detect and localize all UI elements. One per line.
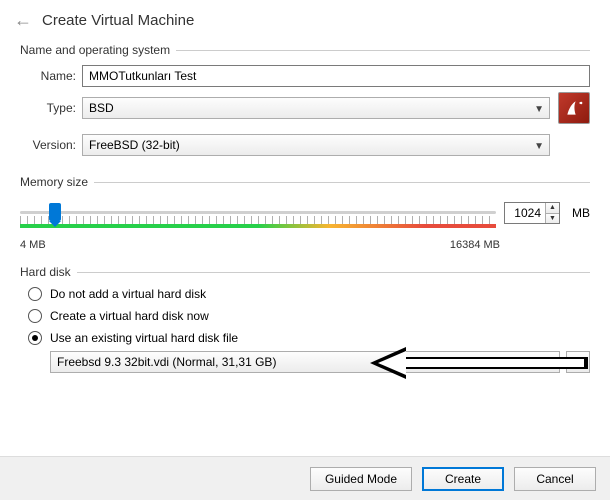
group-harddisk-label: Hard disk (20, 265, 77, 279)
radio-icon (28, 309, 42, 323)
chevron-down-icon: ▼ (534, 102, 544, 118)
memory-unit: MB (572, 206, 590, 220)
existing-disk-select[interactable]: Freebsd 9.3 32bit.vdi (Normal, 31,31 GB)… (50, 351, 560, 373)
memory-min-label: 4 MB (20, 239, 46, 251)
divider (94, 182, 590, 183)
radio-no-disk[interactable]: Do not add a virtual hard disk (28, 287, 590, 301)
radio-label: Use an existing virtual hard disk file (50, 331, 238, 345)
dialog-title: Create Virtual Machine (42, 12, 194, 29)
chevron-down-icon: ▼ (544, 356, 554, 372)
version-select[interactable]: FreeBSD (32-bit) ▼ (82, 134, 550, 156)
radio-label: Do not add a virtual hard disk (50, 287, 206, 301)
radio-icon (28, 331, 42, 345)
guided-mode-button[interactable]: Guided Mode (310, 467, 412, 491)
cancel-button[interactable]: Cancel (514, 467, 596, 491)
chevron-down-icon: ▼ (534, 139, 544, 155)
radio-label: Create a virtual hard disk now (50, 309, 209, 323)
divider (176, 50, 590, 51)
memory-spinner[interactable]: ▲ ▼ (504, 202, 560, 224)
divider (77, 272, 590, 273)
group-name-os-label: Name and operating system (20, 43, 176, 57)
back-arrow-icon[interactable]: ← (14, 10, 34, 31)
existing-disk-value: Freebsd 9.3 32bit.vdi (Normal, 31,31 GB) (57, 355, 276, 369)
version-label: Version: (20, 138, 82, 152)
radio-create-disk[interactable]: Create a virtual hard disk now (28, 309, 590, 323)
group-memory-label: Memory size (20, 175, 94, 189)
browse-disk-button[interactable] (566, 351, 590, 373)
memory-slider[interactable] (20, 201, 496, 225)
type-label: Type: (20, 101, 82, 115)
type-select-value: BSD (89, 101, 114, 115)
spinner-down[interactable]: ▼ (546, 214, 559, 224)
memory-max-label: 16384 MB (450, 239, 500, 251)
memory-slider-thumb[interactable] (49, 203, 61, 221)
version-select-value: FreeBSD (32-bit) (89, 138, 180, 152)
radio-icon (28, 287, 42, 301)
name-label: Name: (20, 69, 82, 83)
create-button[interactable]: Create (422, 467, 504, 491)
spinner-up[interactable]: ▲ (546, 203, 559, 214)
memory-value-input[interactable] (505, 203, 545, 223)
type-select[interactable]: BSD ▼ (82, 97, 550, 119)
name-input[interactable] (82, 65, 590, 87)
radio-existing-disk[interactable]: Use an existing virtual hard disk file (28, 331, 590, 345)
os-icon (558, 92, 590, 124)
